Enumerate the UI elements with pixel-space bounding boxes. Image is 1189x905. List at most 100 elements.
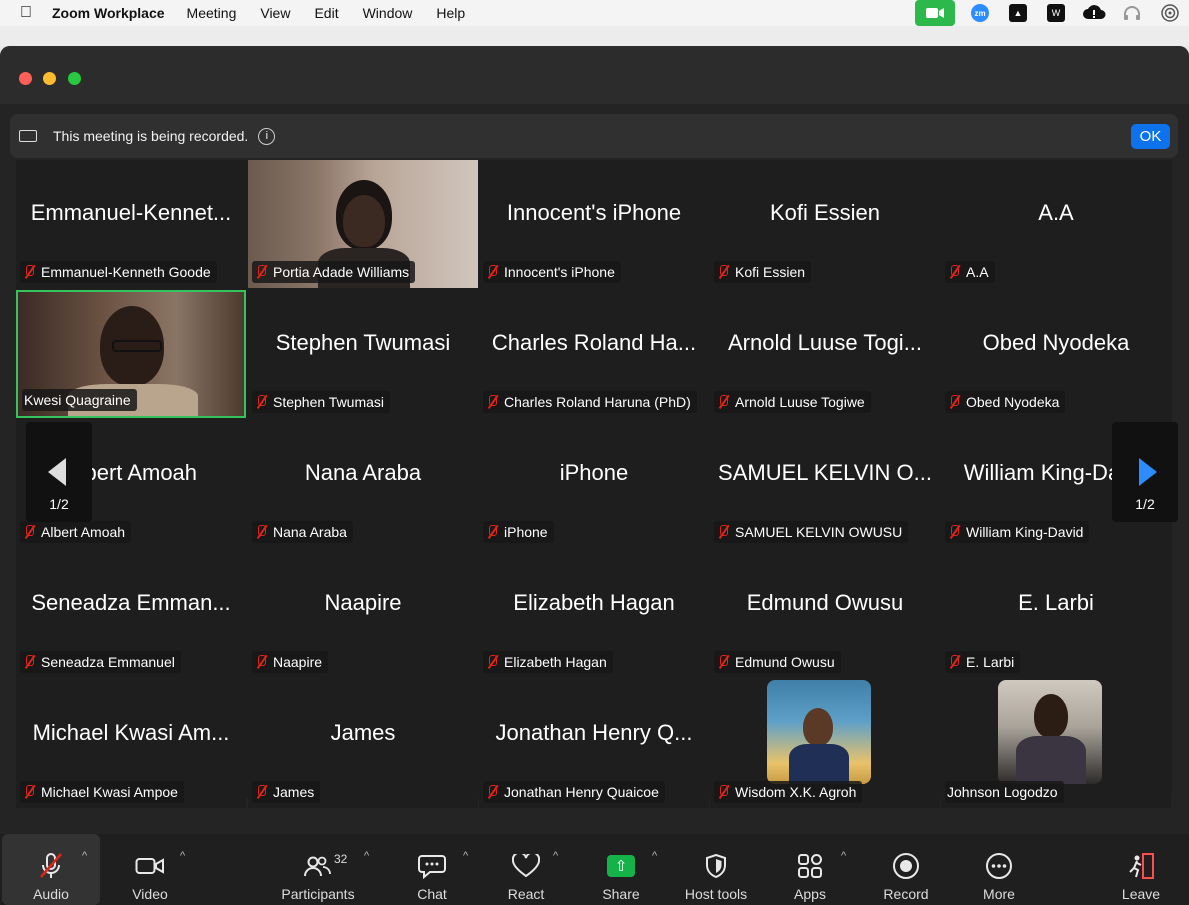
airdrop-icon[interactable] <box>1157 3 1183 23</box>
participant-tile[interactable]: Stephen Twumasi Stephen Twumasi <box>248 290 478 418</box>
previous-page-button[interactable]: 1/2 <box>26 422 92 522</box>
drive-icon[interactable]: ▲ <box>1005 3 1031 23</box>
participant-tile-photo[interactable]: Johnson Logodzo <box>941 680 1171 808</box>
participant-tile[interactable]: Innocent's iPhone Innocent's iPhone <box>479 160 709 288</box>
menu-app-name[interactable]: Zoom Workplace <box>52 5 165 21</box>
muted-mic-icon <box>22 654 36 670</box>
next-page-button[interactable]: 1/2 <box>1112 422 1178 522</box>
video-button[interactable]: Video <box>118 834 182 905</box>
muted-mic-icon <box>716 654 730 670</box>
participant-tile[interactable]: Obed Nyodeka Obed Nyodeka <box>941 290 1171 418</box>
participant-display-name: Charles Roland Ha... <box>491 330 697 355</box>
menu-edit[interactable]: Edit <box>314 5 338 21</box>
record-button[interactable]: Record <box>880 834 932 905</box>
participant-tile[interactable]: Nana Araba Nana Araba <box>248 420 478 548</box>
video-options-caret-icon[interactable]: ^ <box>180 850 185 862</box>
audio-options-caret-icon[interactable]: ^ <box>82 850 87 862</box>
participant-name: Stephen Twumasi <box>273 394 385 410</box>
participant-name: Elizabeth Hagan <box>504 654 607 670</box>
muted-mic-icon <box>947 394 961 410</box>
menu-bar:  Zoom Workplace Meeting View Edit Windo… <box>0 0 1189 26</box>
participant-tile[interactable]: Arnold Luuse Togi... Arnold Luuse Togiwe <box>710 290 940 418</box>
participant-name: Michael Kwasi Ampoe <box>41 784 178 800</box>
apps-button[interactable]: Apps <box>790 834 830 905</box>
participant-tile[interactable]: iPhone iPhone <box>479 420 709 548</box>
headphones-icon[interactable] <box>1119 3 1145 23</box>
ok-button[interactable]: OK <box>1131 124 1170 149</box>
participant-name: Naapire <box>273 654 323 670</box>
react-button[interactable]: React <box>502 834 550 905</box>
info-icon[interactable]: i <box>258 127 276 145</box>
cloud-alert-icon[interactable] <box>1081 3 1107 23</box>
participants-icon <box>303 846 333 886</box>
participant-name: Emmanuel-Kenneth Goode <box>41 264 211 280</box>
recording-banner: This meeting is being recorded. i OK <box>10 114 1178 158</box>
apps-options-caret-icon[interactable]: ^ <box>841 850 846 862</box>
participant-tile[interactable]: Michael Kwasi Am... Michael Kwasi Ampoe <box>16 680 246 808</box>
leave-button[interactable]: Leave <box>1118 834 1164 905</box>
muted-mic-icon <box>485 264 499 280</box>
muted-mic-icon <box>254 654 268 670</box>
share-button[interactable]: ⇧ Share <box>598 834 644 905</box>
muted-mic-icon <box>254 264 268 280</box>
participants-options-caret-icon[interactable]: ^ <box>364 850 369 862</box>
participant-name-label: Johnson Logodzo <box>945 781 1064 803</box>
more-button[interactable]: More <box>978 834 1020 905</box>
participant-tile[interactable]: Naapire Naapire <box>248 550 478 678</box>
fullscreen-window-button[interactable] <box>68 72 81 85</box>
share-options-caret-icon[interactable]: ^ <box>652 850 657 862</box>
participant-name-label: James <box>252 781 321 803</box>
participant-display-name: A.A <box>1038 200 1074 225</box>
participant-profile-photo <box>767 680 871 784</box>
chevron-left-icon <box>48 458 66 486</box>
video-label: Video <box>132 886 168 902</box>
menu-window[interactable]: Window <box>363 5 413 21</box>
participants-label: Participants <box>281 886 355 902</box>
participant-tile[interactable]: Charles Roland Ha... Charles Roland Haru… <box>479 290 709 418</box>
menu-view[interactable]: View <box>260 5 290 21</box>
participant-tile[interactable]: Seneadza Emman... Seneadza Emmanuel <box>16 550 246 678</box>
chat-button[interactable]: Chat <box>410 834 454 905</box>
participant-tile-active-speaker[interactable]: Kwesi Quagraine <box>16 290 246 418</box>
participant-tile[interactable]: Elizabeth Hagan Elizabeth Hagan <box>479 550 709 678</box>
zoom-menu-icon[interactable]: zm <box>967 3 993 23</box>
recording-message: This meeting is being recorded. <box>53 128 249 144</box>
react-options-caret-icon[interactable]: ^ <box>553 850 558 862</box>
participant-tile[interactable]: Emmanuel-Kennet... Emmanuel-Kenneth Good… <box>16 160 246 288</box>
apps-label: Apps <box>794 886 826 902</box>
host-tools-button[interactable]: Host tools <box>680 834 752 905</box>
participant-tile[interactable]: A.A A.A <box>941 160 1171 288</box>
participant-name-label: Kwesi Quagraine <box>22 389 137 411</box>
participant-tile-video[interactable]: Portia Adade Williams <box>248 160 478 288</box>
microphone-muted-icon <box>38 846 64 886</box>
recording-camera-icon <box>19 130 37 142</box>
participant-tile[interactable]: Edmund Owusu Edmund Owusu <box>710 550 940 678</box>
share-screen-icon: ⇧ <box>607 846 635 886</box>
participant-name-label: Obed Nyodeka <box>945 391 1066 413</box>
participant-name-label: Stephen Twumasi <box>252 391 391 413</box>
wps-icon[interactable]: W <box>1043 3 1069 23</box>
participant-name-label: Wisdom X.K. Agroh <box>714 781 863 803</box>
apple-icon[interactable]:  <box>0 4 52 22</box>
muted-mic-icon <box>716 784 730 800</box>
heart-icon <box>512 846 540 886</box>
participant-name-label: Charles Roland Haruna (PhD) <box>483 391 697 413</box>
audio-button[interactable]: Audio ^ <box>2 834 100 905</box>
participant-tile-photo[interactable]: Wisdom X.K. Agroh <box>710 680 940 808</box>
menu-help[interactable]: Help <box>436 5 465 21</box>
participants-button[interactable]: Participants 32 <box>278 834 358 905</box>
chat-options-caret-icon[interactable]: ^ <box>463 850 468 862</box>
close-window-button[interactable] <box>19 72 32 85</box>
minimize-window-button[interactable] <box>43 72 56 85</box>
participant-tile[interactable]: E. Larbi E. Larbi <box>941 550 1171 678</box>
participant-tile[interactable]: Kofi Essien Kofi Essien <box>710 160 940 288</box>
participant-glasses <box>112 340 162 352</box>
participant-display-name: SAMUEL KELVIN O... <box>718 460 932 485</box>
zoom-video-status-icon[interactable] <box>915 0 955 26</box>
participant-tile[interactable]: James James <box>248 680 478 808</box>
participant-tile[interactable]: SAMUEL KELVIN O... SAMUEL KELVIN OWUSU <box>710 420 940 548</box>
share-label: Share <box>602 886 640 902</box>
participant-tile[interactable]: Jonathan Henry Q... Jonathan Henry Quaic… <box>479 680 709 808</box>
menu-meeting[interactable]: Meeting <box>187 5 237 21</box>
muted-mic-icon <box>947 524 961 540</box>
